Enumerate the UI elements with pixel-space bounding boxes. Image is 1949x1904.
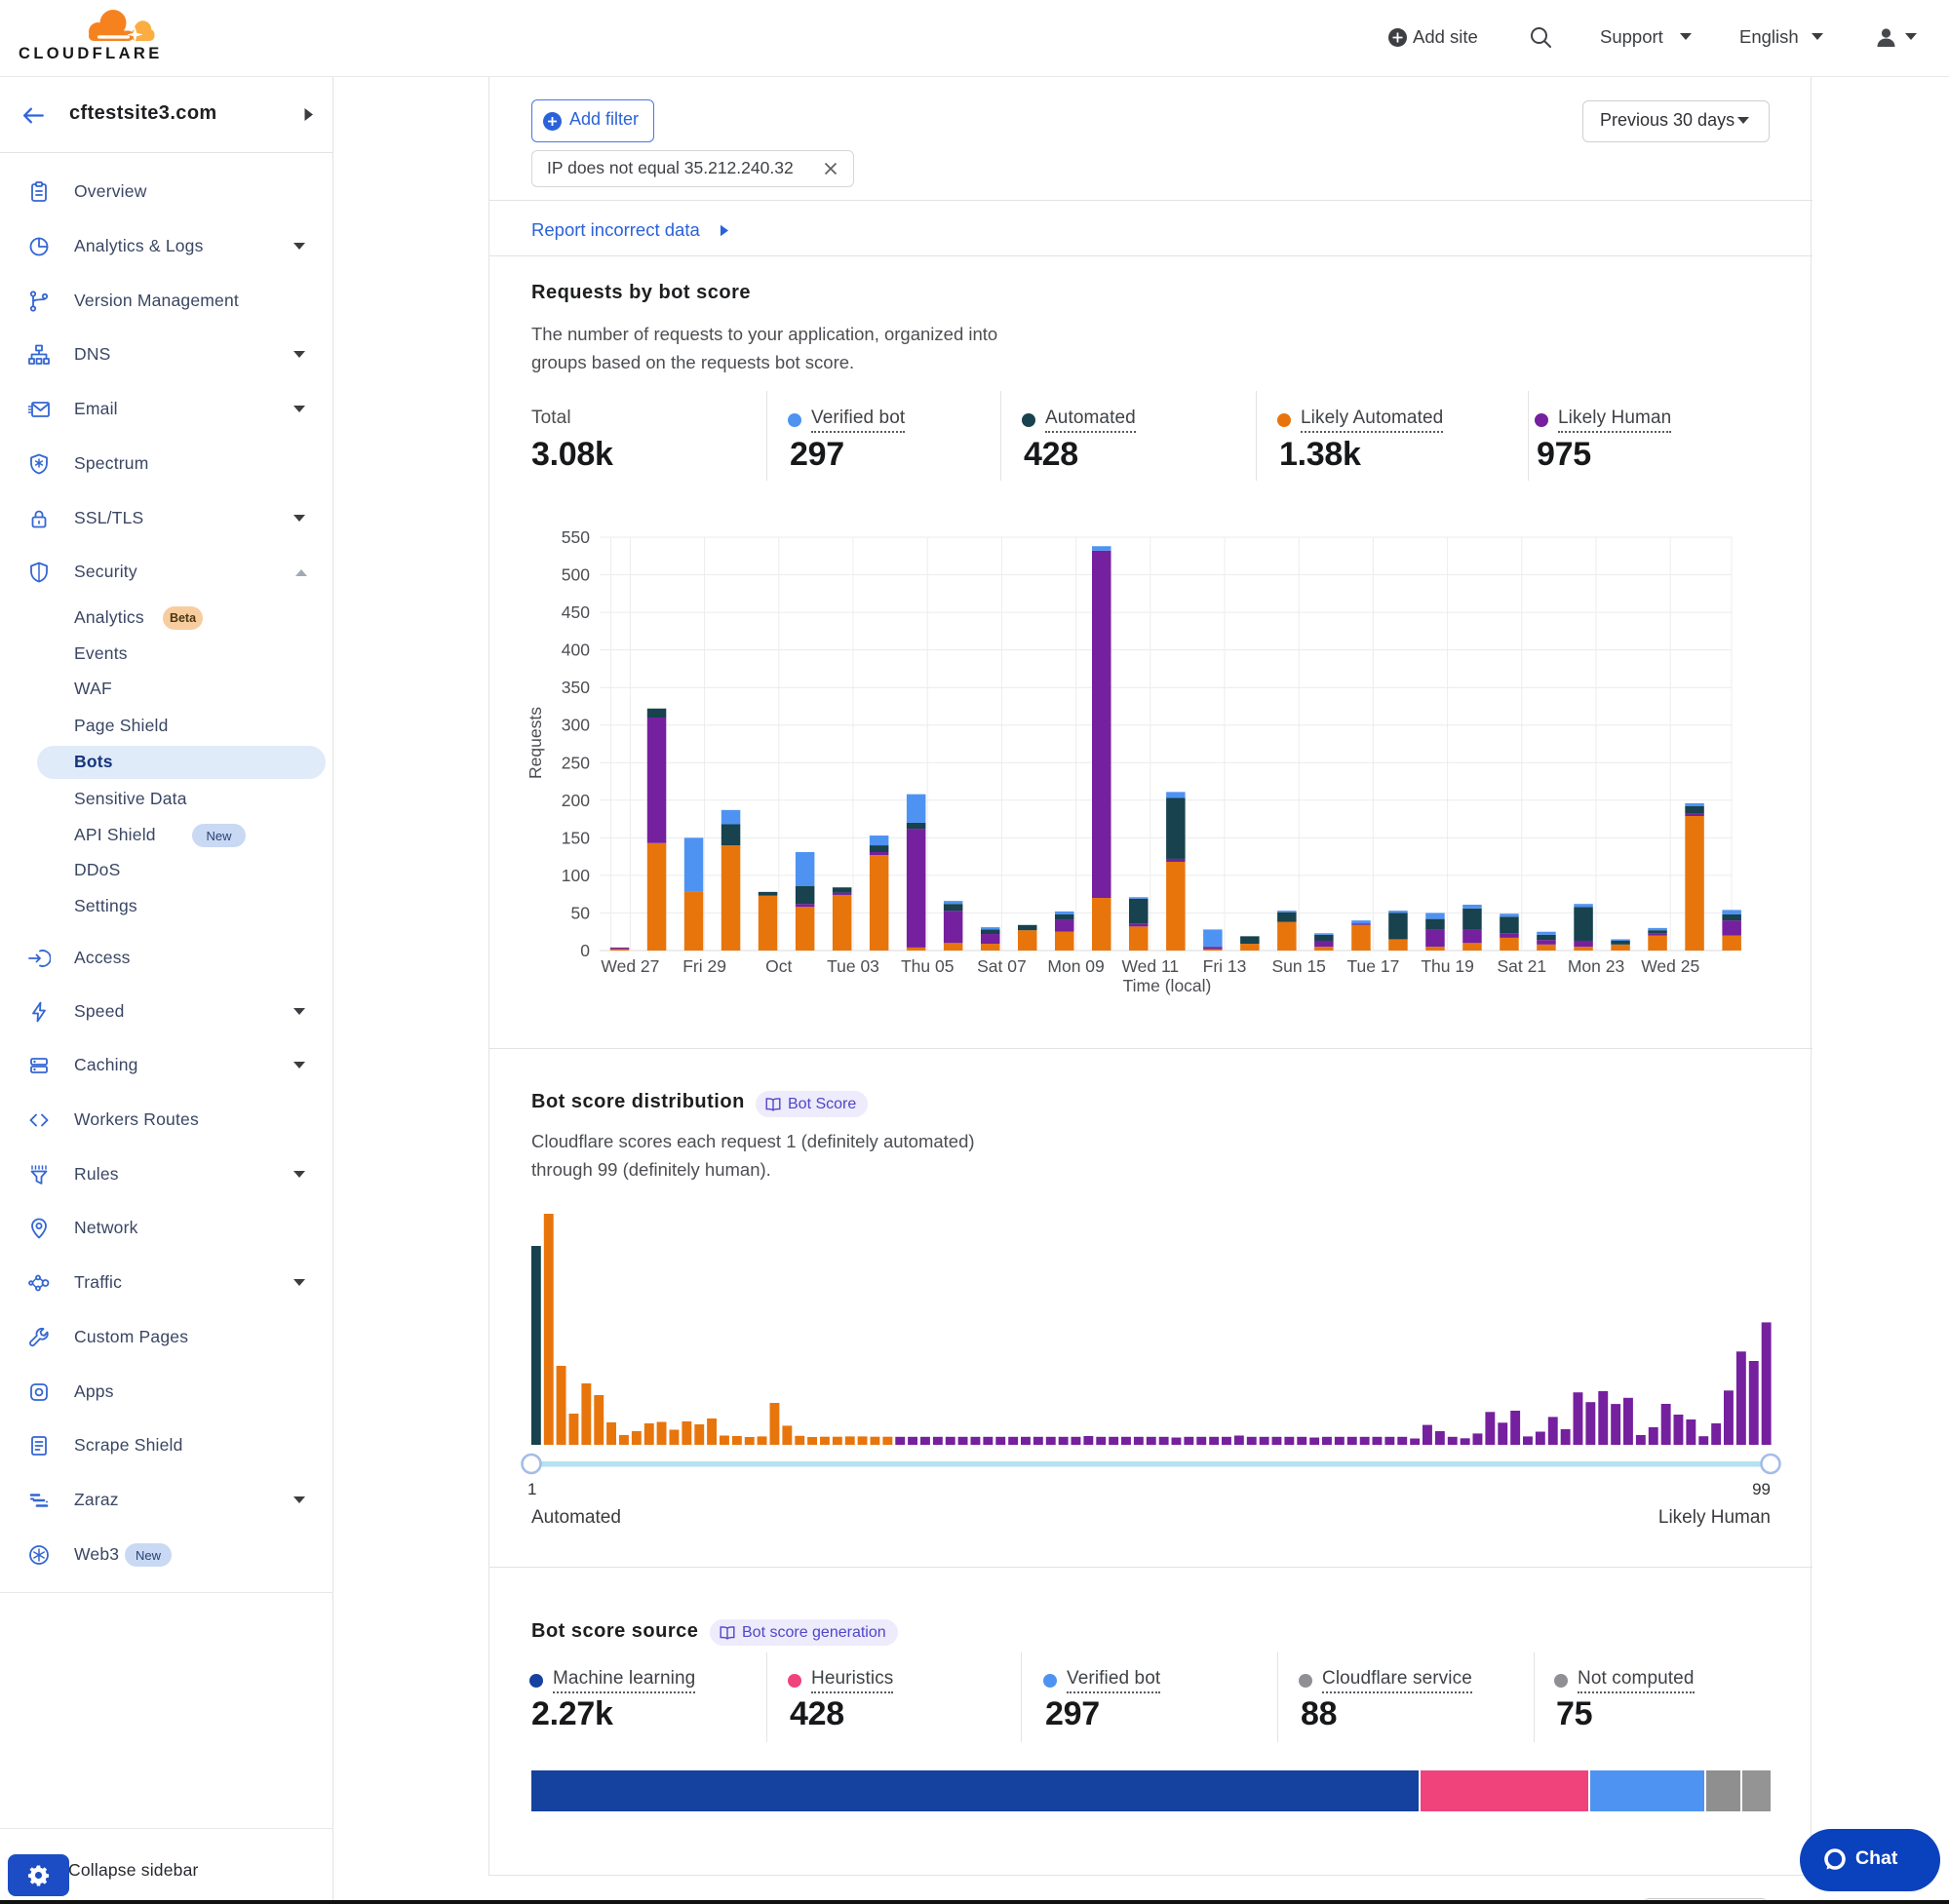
svg-text:Sat 07: Sat 07: [977, 956, 1027, 976]
svg-text:Mon 09: Mon 09: [1047, 956, 1104, 976]
svg-text:0: 0: [580, 941, 590, 960]
svg-text:Fri 29: Fri 29: [682, 956, 726, 976]
svg-text:100: 100: [562, 866, 590, 885]
svg-text:150: 150: [562, 828, 590, 847]
svg-text:50: 50: [571, 904, 591, 923]
svg-text:Wed 25: Wed 25: [1641, 956, 1699, 976]
svg-text:200: 200: [562, 791, 590, 810]
svg-text:350: 350: [562, 678, 590, 697]
svg-text:Mon 23: Mon 23: [1568, 956, 1624, 976]
svg-text:Sun 15: Sun 15: [1271, 956, 1325, 976]
svg-text:Time (local): Time (local): [1123, 976, 1212, 995]
svg-text:Tue 17: Tue 17: [1346, 956, 1399, 976]
svg-text:Tue 03: Tue 03: [827, 956, 879, 976]
svg-text:500: 500: [562, 565, 590, 585]
svg-text:400: 400: [562, 641, 590, 660]
svg-text:Thu 05: Thu 05: [901, 956, 954, 976]
svg-text:Requests: Requests: [526, 707, 545, 779]
svg-text:300: 300: [562, 716, 590, 735]
svg-text:Wed 11: Wed 11: [1121, 956, 1179, 976]
svg-text:Thu 19: Thu 19: [1421, 956, 1473, 976]
svg-text:Sat 21: Sat 21: [1497, 956, 1546, 976]
svg-text:Oct: Oct: [765, 956, 792, 976]
svg-text:550: 550: [562, 527, 590, 547]
svg-text:Wed 27: Wed 27: [601, 956, 659, 976]
svg-text:Fri 13: Fri 13: [1203, 956, 1247, 976]
svg-text:450: 450: [562, 602, 590, 622]
svg-text:250: 250: [562, 753, 590, 772]
